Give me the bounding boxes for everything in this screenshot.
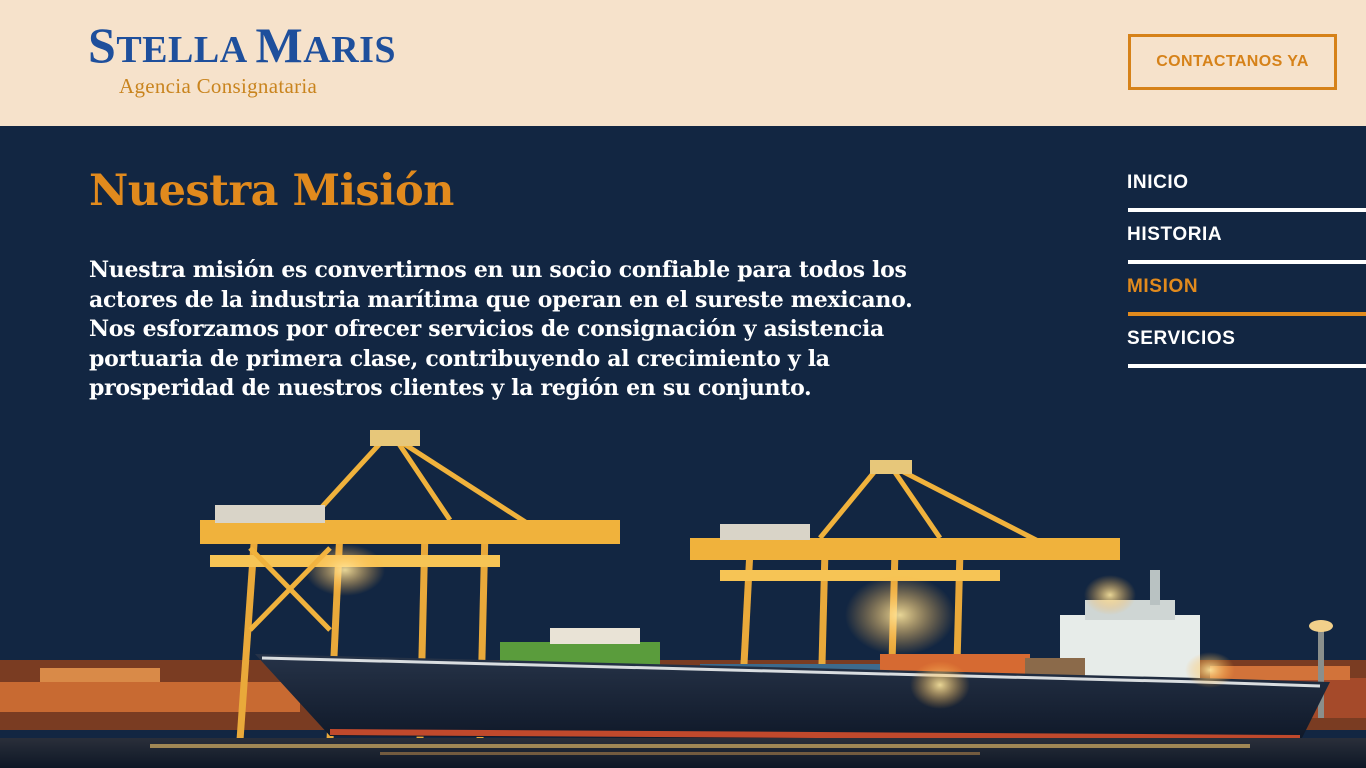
logo-wordmark: STELLA MARIS	[88, 17, 397, 73]
section-nav: INICIO HISTORIA MISION SERVICIOS	[1127, 160, 1366, 368]
contact-button[interactable]: CONTACTANOS YA	[1128, 34, 1337, 90]
nav-item-mision[interactable]: MISION	[1127, 264, 1366, 316]
nav-underline	[1128, 364, 1366, 368]
mission-paragraph: Nuestra misión es convertirnos en un soc…	[89, 257, 913, 401]
nav-item-servicios[interactable]: SERVICIOS	[1127, 316, 1366, 368]
logo-tagline: Agencia Consignataria	[119, 74, 318, 98]
nav-item-label: MISION	[1127, 276, 1199, 297]
nav-item-label: SERVICIOS	[1127, 328, 1236, 349]
nav-item-historia[interactable]: HISTORIA	[1127, 212, 1366, 264]
nav-item-label: HISTORIA	[1127, 224, 1223, 245]
port-cranes-ship-image	[0, 430, 1366, 768]
page-title: Nuestra Misión	[89, 166, 454, 216]
stella-maris-logo[interactable]: STELLA MARIS Agencia Consignataria	[88, 20, 398, 100]
nav-item-label: INICIO	[1127, 172, 1189, 193]
site-header: STELLA MARIS Agencia Consignataria CONTA…	[0, 0, 1366, 126]
nav-item-inicio[interactable]: INICIO	[1127, 160, 1366, 212]
